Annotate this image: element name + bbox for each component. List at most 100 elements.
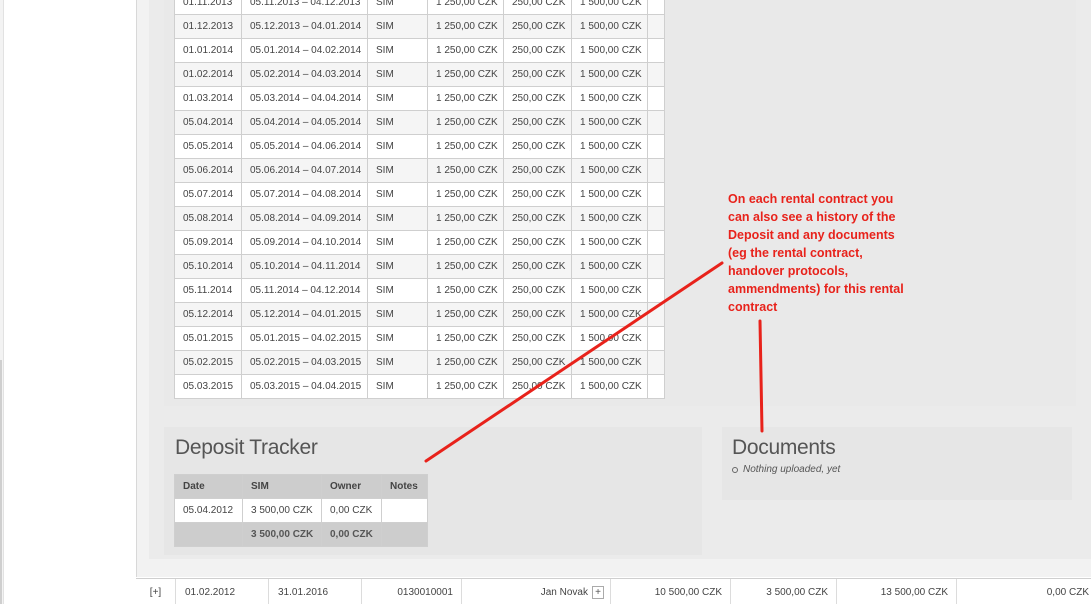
payment-fees: 250,00 CZK <box>503 206 572 231</box>
payment-type: SIM <box>367 326 428 351</box>
payment-total: 1 500,00 CZK <box>571 110 648 135</box>
payment-due-date: 05.08.2014 <box>174 206 242 231</box>
payment-total: 1 500,00 CZK <box>571 62 648 87</box>
payment-total: 1 500,00 CZK <box>571 0 648 15</box>
payment-due-date: 01.03.2014 <box>174 86 242 111</box>
payment-action-cell <box>647 38 665 63</box>
payment-type: SIM <box>367 278 428 303</box>
payment-total: 1 500,00 CZK <box>571 374 648 399</box>
payment-action-cell <box>647 182 665 207</box>
deposit-tracker-title: Deposit Tracker <box>175 436 318 459</box>
payment-action-cell <box>647 86 665 111</box>
payment-due-date: 05.07.2014 <box>174 182 242 207</box>
payment-fees: 250,00 CZK <box>503 134 572 159</box>
payment-action-cell <box>647 326 665 351</box>
payment-due-date: 01.11.2013 <box>174 0 242 15</box>
payment-type: SIM <box>367 182 428 207</box>
payment-rent: 1 250,00 CZK <box>427 86 504 111</box>
payment-row: 05.11.2014 05.11.2014 – 04.12.2014 SIM 1 25… <box>174 278 665 303</box>
payment-due-date: 05.04.2014 <box>174 110 242 135</box>
payment-period: 05.11.2014 – 04.12.2014 <box>241 278 368 303</box>
payment-type: SIM <box>367 158 428 183</box>
payment-row: 01.11.2013 05.11.2013 – 04.12.2013 SIM 1 25… <box>174 0 665 15</box>
payment-action-cell <box>647 62 665 87</box>
payments-table: 01.11.2013 05.11.2013 – 04.12.2013 SIM 1 25… <box>174 0 665 399</box>
payment-fees: 250,00 CZK <box>503 374 572 399</box>
payment-type: SIM <box>367 14 428 39</box>
deposit-table-header: Date SIM Owner Notes <box>174 474 428 499</box>
deposit-cell-date: 05.04.2012 <box>174 498 243 523</box>
deposit-total-sim: 3 500,00 CZK <box>242 522 322 547</box>
payment-action-cell <box>647 302 665 327</box>
payment-type: SIM <box>367 350 428 375</box>
contract-table-row[interactable]: [+] 01.02.2012 31.01.2016 0130010001 Jan… <box>136 578 1091 604</box>
payment-due-date: 05.12.2014 <box>174 302 242 327</box>
payment-fees: 250,00 CZK <box>503 62 572 87</box>
add-tenant-plus-icon[interactable]: + <box>592 585 604 599</box>
payment-due-date: 05.03.2015 <box>174 374 242 399</box>
payment-period: 05.03.2014 – 04.04.2014 <box>241 86 368 111</box>
payment-rent: 1 250,00 CZK <box>427 134 504 159</box>
deposit-header-sim: SIM <box>242 474 322 499</box>
payment-total: 1 500,00 CZK <box>571 14 648 39</box>
payment-type: SIM <box>367 0 428 15</box>
deposit-cell-notes <box>381 498 428 523</box>
payment-due-date: 05.09.2014 <box>174 230 242 255</box>
payment-row: 05.08.2014 05.08.2014 – 04.09.2014 SIM 1 25… <box>174 206 665 231</box>
payment-rent: 1 250,00 CZK <box>427 110 504 135</box>
payment-period: 05.06.2014 – 04.07.2014 <box>241 158 368 183</box>
payment-rent: 1 250,00 CZK <box>427 38 504 63</box>
payment-rent: 1 250,00 CZK <box>427 326 504 351</box>
payment-fees: 250,00 CZK <box>503 38 572 63</box>
payment-type: SIM <box>367 302 428 327</box>
payment-period: 05.12.2014 – 04.01.2015 <box>241 302 368 327</box>
payment-fees: 250,00 CZK <box>503 14 572 39</box>
payment-period: 05.11.2013 – 04.12.2013 <box>241 0 368 15</box>
payment-fees: 250,00 CZK <box>503 0 572 15</box>
payment-rent: 1 250,00 CZK <box>427 0 504 15</box>
contract-balance: 0,00 CZK <box>1046 586 1089 598</box>
payment-rent: 1 250,00 CZK <box>427 350 504 375</box>
payment-period: 05.03.2015 – 04.04.2015 <box>241 374 368 399</box>
payment-total: 1 500,00 CZK <box>571 38 648 63</box>
payment-period: 05.08.2014 – 04.09.2014 <box>241 206 368 231</box>
payment-action-cell <box>647 230 665 255</box>
payment-period: 05.05.2014 – 04.06.2014 <box>241 134 368 159</box>
payment-fees: 250,00 CZK <box>503 86 572 111</box>
documents-empty-message: Nothing uploaded, yet <box>732 464 840 475</box>
payment-total: 1 500,00 CZK <box>571 230 648 255</box>
deposit-header-date: Date <box>174 474 243 499</box>
payment-total: 1 500,00 CZK <box>571 302 648 327</box>
deposit-total-label <box>174 522 243 547</box>
payment-row: 01.12.2013 05.12.2013 – 04.01.2014 SIM 1 25… <box>174 14 665 39</box>
circle-bullet-icon <box>732 466 738 473</box>
payment-period: 05.02.2014 – 04.03.2014 <box>241 62 368 87</box>
payment-type: SIM <box>367 206 428 231</box>
payment-type: SIM <box>367 254 428 279</box>
payment-total: 1 500,00 CZK <box>571 350 648 375</box>
payment-total: 1 500,00 CZK <box>571 158 648 183</box>
payment-period: 05.07.2014 – 04.08.2014 <box>241 182 368 207</box>
payment-fees: 250,00 CZK <box>503 230 572 255</box>
payment-type: SIM <box>367 38 428 63</box>
payment-row: 05.03.2015 05.03.2015 – 04.04.2015 SIM 1 25… <box>174 374 665 399</box>
payment-rent: 1 250,00 CZK <box>427 158 504 183</box>
payment-period: 05.02.2015 – 04.03.2015 <box>241 350 368 375</box>
tenant-name: Jan Novak <box>540 586 588 598</box>
payment-fees: 250,00 CZK <box>503 302 572 327</box>
payment-rent: 1 250,00 CZK <box>427 278 504 303</box>
payment-action-cell <box>647 134 665 159</box>
payment-period: 05.04.2014 – 04.05.2014 <box>241 110 368 135</box>
payment-due-date: 05.11.2014 <box>174 278 242 303</box>
expand-row-toggle[interactable]: [+] <box>136 579 176 604</box>
payment-total: 1 500,00 CZK <box>571 134 648 159</box>
payment-period: 05.09.2014 – 04.10.2014 <box>241 230 368 255</box>
contract-end-date: 31.01.2016 <box>269 579 362 604</box>
payment-row: 05.07.2014 05.07.2014 – 04.08.2014 SIM 1 25… <box>174 182 665 207</box>
payment-rent: 1 250,00 CZK <box>427 14 504 39</box>
payment-rent: 1 250,00 CZK <box>427 374 504 399</box>
payment-due-date: 01.02.2014 <box>174 62 242 87</box>
payment-action-cell <box>647 254 665 279</box>
deposit-total-notes <box>381 522 428 547</box>
payment-row: 05.06.2014 05.06.2014 – 04.07.2014 SIM 1 25… <box>174 158 665 183</box>
